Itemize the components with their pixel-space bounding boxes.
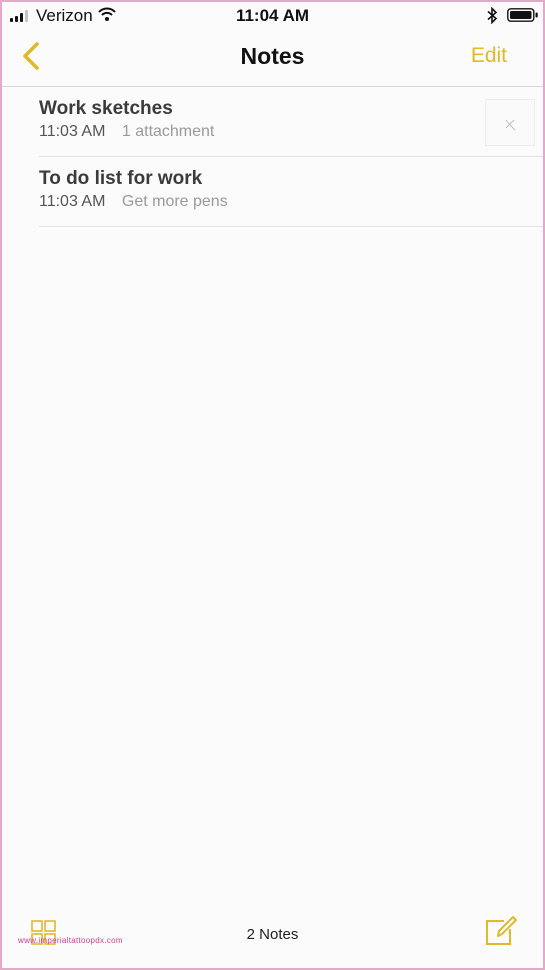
status-time: 11:04 AM <box>235 6 310 25</box>
screen: Verizon 11:04 AM Notes Edit Work sketche… <box>0 0 545 970</box>
bottom-toolbar: www.imperialtattoopdx.com 2 Notes <box>2 910 543 968</box>
note-meta: 11:03 AM Get more pens <box>39 193 228 211</box>
navigation-bar: Notes Edit <box>2 30 543 87</box>
page-title: Notes <box>240 43 305 69</box>
battery-icon <box>507 8 538 22</box>
note-row-work-sketches[interactable]: Work sketches 11:03 AM 1 attachment <box>39 87 543 157</box>
note-detail: Get more pens <box>121 193 228 210</box>
notes-count: 2 Notes <box>246 926 299 943</box>
sketch-mark-icon <box>505 119 516 131</box>
note-title: To do list for work <box>39 168 203 189</box>
edit-button[interactable]: Edit <box>471 44 507 68</box>
note-row-todo[interactable]: To do list for work 11:03 AM Get more pe… <box>39 157 543 227</box>
note-meta: 11:03 AM 1 attachment <box>39 123 214 141</box>
note-time: 11:03 AM <box>39 123 106 140</box>
sketch-thumbnail <box>485 99 535 146</box>
bluetooth-icon <box>487 7 498 24</box>
note-title: Work sketches <box>39 98 173 119</box>
compose-icon[interactable] <box>484 915 518 949</box>
status-bar: Verizon 11:04 AM <box>2 2 543 30</box>
note-time: 11:03 AM <box>39 193 106 210</box>
note-detail: 1 attachment <box>121 123 215 140</box>
